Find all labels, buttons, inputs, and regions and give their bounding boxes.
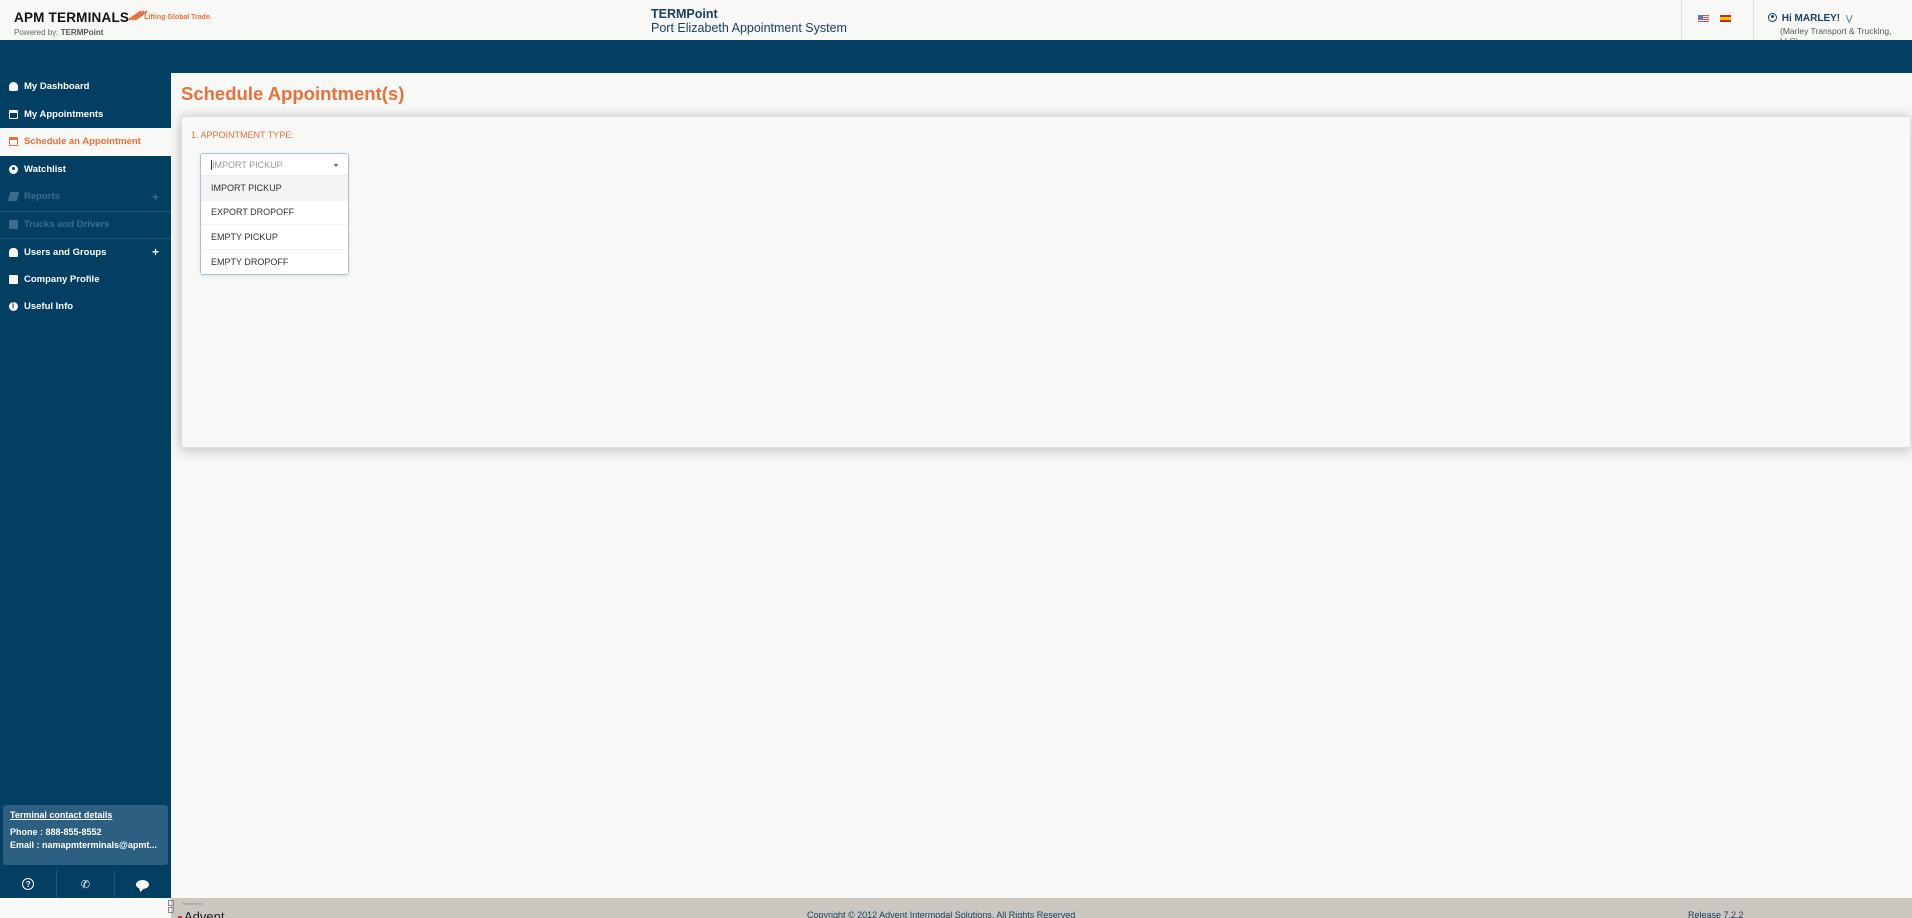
sidebar-nav: My Dashboard My Appointments Schedule an…	[0, 73, 171, 321]
sidebar-item-label: Trucks and Drivers	[24, 219, 110, 231]
footer: Powered by Advent Copyright © 2012 Adven…	[0, 898, 1912, 918]
briefcase-icon	[9, 274, 18, 284]
app-title: TERMPoint Port Elizabeth Appointment Sys…	[651, 7, 847, 36]
powered-by-label: Powered by:	[14, 28, 59, 37]
sidebar-item-label: Schedule an Appointment	[24, 136, 141, 148]
chat-icon	[136, 879, 150, 889]
book-icon	[7, 192, 20, 202]
appointment-panel: 1. APPOINTMENT TYPE: IMPORT PICKUP IMPOR…	[181, 116, 1911, 448]
option-import-pickup[interactable]: IMPORT PICKUP	[201, 176, 348, 201]
advent-logo-icon	[168, 900, 174, 914]
user-icon	[1768, 13, 1777, 22]
dashboard-icon	[9, 82, 18, 92]
help-button[interactable]: ?	[0, 870, 58, 898]
calendar-icon	[9, 109, 18, 119]
expand-plus-icon[interactable]: +	[152, 190, 159, 204]
header-divider	[1681, 0, 1682, 40]
powered-by: Powered by: TERMPoint	[14, 28, 212, 37]
powered-by-brand: TERMPoint	[60, 28, 104, 37]
chevron-down-icon[interactable]: ⋁	[1846, 14, 1853, 23]
info-icon	[9, 301, 18, 312]
sidebar-item-label: Useful Info	[24, 301, 74, 313]
truck-icon	[9, 220, 18, 230]
eye-icon	[9, 165, 18, 175]
sidebar-item-schedule-appointment[interactable]: Schedule an Appointment	[0, 128, 171, 156]
option-empty-pickup[interactable]: EMPTY PICKUP	[201, 225, 348, 250]
sidebar-item-my-appointments[interactable]: My Appointments	[0, 101, 171, 129]
logo-text: APM TERMINALS	[14, 10, 130, 25]
sidebar-item-label: Watchlist	[24, 163, 66, 175]
calendar-plus-icon	[9, 137, 18, 147]
flag-es-icon[interactable]	[1720, 15, 1731, 22]
help-icon: ?	[22, 878, 35, 890]
option-export-dropoff[interactable]: EXPORT DROPOFF	[201, 200, 348, 225]
copyright: Copyright © 2012 Advent Intermodal Solut…	[807, 910, 1076, 918]
chevron-down-icon[interactable]	[334, 164, 338, 167]
phone-button[interactable]: ✆	[57, 870, 115, 898]
sidebar-bottom-buttons: ? ✆	[0, 870, 171, 898]
advent-powered-by: Powered by	[182, 901, 204, 906]
logo-slash-icon	[128, 9, 148, 23]
expand-plus-icon[interactable]: +	[152, 245, 159, 259]
sidebar-item-label: My Dashboard	[24, 81, 90, 93]
sidebar-item-watchlist[interactable]: Watchlist	[0, 156, 171, 184]
app-name: TERMPoint	[651, 7, 718, 21]
select-placeholder: IMPORT PICKUP	[212, 159, 283, 170]
sidebar-item-label: Users and Groups	[24, 246, 107, 258]
app-header: APM TERMINALS Lifting Global Trade. Power…	[0, 0, 1912, 46]
apm-terminals-logo[interactable]: APM TERMINALS Lifting Global Trade. Power…	[14, 9, 212, 37]
sidebar-item-trucks-and-drivers[interactable]: Trucks and Drivers	[0, 210, 171, 239]
option-empty-dropoff[interactable]: EMPTY DROPOFF	[201, 249, 348, 274]
page-title: Schedule Appointment(s)	[181, 83, 405, 104]
users-icon	[9, 247, 18, 257]
sidebar-item-label: Reports	[24, 191, 60, 203]
terminal-contact-link[interactable]: Terminal contact details	[10, 810, 161, 820]
contact-phone: Phone : 888-855-8552	[10, 827, 102, 837]
logo-tagline: Lifting Global Trade.	[144, 14, 212, 21]
sidebar-item-users-and-groups[interactable]: Users and Groups +	[0, 238, 171, 266]
sidebar-item-useful-info[interactable]: Useful Info	[0, 293, 171, 321]
top-nav-bar	[0, 40, 1912, 73]
appointment-type-select[interactable]: IMPORT PICKUP IMPORT PICKUP EXPORT DROPO…	[200, 153, 349, 275]
app-subtitle: Port Elizabeth Appointment System	[651, 21, 847, 35]
phone-icon: ✆	[80, 878, 91, 891]
header-divider	[1753, 0, 1754, 40]
advent-name: Advent	[178, 909, 224, 918]
sidebar-item-label: Company Profile	[24, 273, 100, 285]
terminal-contact-card: Terminal contact details Phone : 888-855…	[3, 805, 168, 865]
footer-sidebar-spacer	[0, 898, 171, 918]
contact-email: Email : namapmterminals@apmt...	[10, 840, 157, 850]
sidebar-item-my-dashboard[interactable]: My Dashboard	[0, 73, 171, 101]
flag-us-icon[interactable]	[1698, 15, 1709, 22]
sidebar-item-reports[interactable]: Reports +	[0, 183, 171, 211]
user-greeting: Hi MARLEY!	[1781, 13, 1841, 24]
chat-button[interactable]	[115, 870, 171, 898]
sidebar: My Dashboard My Appointments Schedule an…	[0, 73, 171, 898]
sidebar-item-company-profile[interactable]: Company Profile	[0, 266, 171, 294]
release-version: Release 7.2.2	[1688, 910, 1744, 918]
sidebar-item-label: My Appointments	[24, 108, 104, 120]
appointment-type-label: 1. APPOINTMENT TYPE:	[191, 130, 294, 140]
appointment-type-search[interactable]: IMPORT PICKUP	[201, 154, 348, 176]
